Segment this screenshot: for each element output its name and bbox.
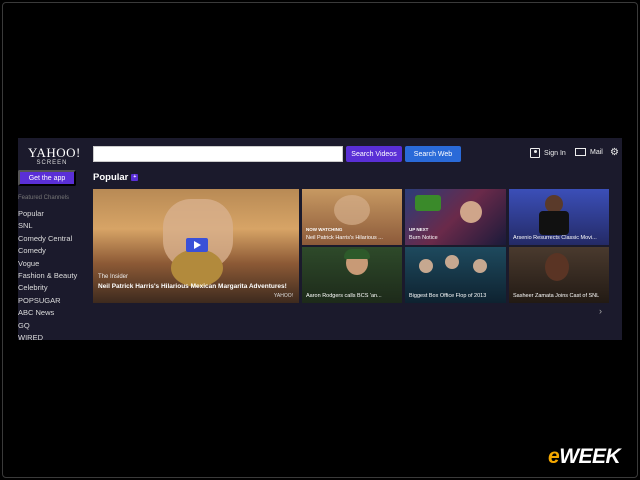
video-tile[interactable]: Biggest Box Office Flop of 2013 bbox=[405, 247, 506, 303]
get-the-app-button[interactable]: Get the app bbox=[18, 170, 76, 186]
featured-video-source: The Insider bbox=[98, 274, 129, 280]
logo-subtext: SCREEN bbox=[36, 160, 68, 166]
sidebar-item-snl[interactable]: SNL bbox=[18, 220, 77, 232]
eweek-logo-e: e bbox=[548, 445, 560, 468]
video-tile[interactable]: Sasheer Zamata Joins Cast of SNL bbox=[509, 247, 609, 303]
now-watching-tag: NOW WATCHING bbox=[306, 227, 343, 232]
sidebar-item-comedy[interactable]: Comedy bbox=[18, 245, 77, 257]
section-title-popular: Popular + bbox=[93, 172, 139, 183]
video-thumbnail-basket bbox=[171, 249, 223, 287]
video-thumbnail bbox=[473, 259, 487, 273]
video-caption: Arsenio Resurrects Classic Movi... bbox=[513, 235, 597, 241]
video-thumbnail bbox=[545, 253, 569, 281]
video-thumbnail bbox=[419, 259, 433, 273]
video-tile[interactable]: UP NEXT Burn Notice bbox=[405, 189, 506, 245]
yahoo-screen-window: YAHOO! SCREEN Search Videos Search Web S… bbox=[18, 138, 622, 340]
sidebar-item-popular[interactable]: Popular bbox=[18, 208, 77, 220]
mail-icon bbox=[575, 148, 586, 156]
logo-text: YAHOO! bbox=[28, 145, 81, 160]
sidebar-item-abc-news[interactable]: ABC News bbox=[18, 307, 77, 319]
user-icon bbox=[530, 148, 540, 158]
video-caption: Sasheer Zamata Joins Cast of SNL bbox=[513, 293, 600, 299]
featured-video-tile[interactable]: The Insider Neil Patrick Harris's Hilari… bbox=[93, 189, 299, 303]
video-caption: Aaron Rodgers calls BCS 'an... bbox=[306, 293, 382, 299]
yahoo-screen-logo[interactable]: YAHOO! SCREEN bbox=[28, 145, 81, 166]
sidebar-item-fashion-beauty[interactable]: Fashion & Beauty bbox=[18, 270, 77, 282]
video-tile[interactable]: Aaron Rodgers calls BCS 'an... bbox=[302, 247, 402, 303]
featured-video-title: Neil Patrick Harris's Hilarious Mexican … bbox=[98, 283, 287, 290]
gear-icon[interactable]: ⚙ bbox=[610, 147, 619, 158]
search-web-button[interactable]: Search Web bbox=[405, 146, 461, 162]
video-thumbnail bbox=[460, 201, 482, 223]
video-caption: Neil Patrick Harris's Hilarious ... bbox=[306, 235, 383, 241]
eweek-logo: eWEEK bbox=[548, 445, 621, 469]
mail-link[interactable]: Mail bbox=[575, 148, 603, 156]
search-input[interactable] bbox=[93, 146, 343, 162]
video-caption: Burn Notice bbox=[409, 235, 438, 241]
sign-in-link[interactable]: Sign In bbox=[530, 148, 566, 158]
video-thumbnail bbox=[344, 249, 370, 259]
video-thumbnail bbox=[445, 255, 459, 269]
sidebar-item-vogue[interactable]: Vogue bbox=[18, 258, 77, 270]
chevron-right-icon[interactable]: › bbox=[599, 306, 602, 316]
video-caption: Biggest Box Office Flop of 2013 bbox=[409, 293, 487, 299]
search-videos-button[interactable]: Search Videos bbox=[346, 146, 402, 162]
video-thumbnail bbox=[415, 195, 441, 211]
sidebar-item-comedy-central[interactable]: Comedy Central bbox=[18, 233, 77, 245]
sign-in-label: Sign In bbox=[544, 149, 566, 157]
sidebar-item-celebrity[interactable]: Celebrity bbox=[18, 282, 77, 294]
mail-label: Mail bbox=[590, 148, 603, 156]
sidebar-item-wired[interactable]: WIRED bbox=[18, 332, 77, 340]
play-icon[interactable] bbox=[186, 238, 208, 252]
featured-channels-label: Featured Channels bbox=[18, 195, 70, 201]
section-title-text: Popular bbox=[93, 172, 129, 183]
video-tile[interactable]: Arsenio Resurrects Classic Movi... bbox=[509, 189, 609, 245]
video-tile[interactable]: NOW WATCHING Neil Patrick Harris's Hilar… bbox=[302, 189, 402, 245]
section-info-icon[interactable]: + bbox=[131, 174, 139, 181]
featured-video-watermark: YAHOO! bbox=[273, 293, 293, 299]
up-next-tag: UP NEXT bbox=[409, 227, 429, 232]
video-thumbnail bbox=[539, 211, 569, 235]
sidebar-item-gq[interactable]: GQ bbox=[18, 320, 77, 332]
sidebar-item-popsugar[interactable]: POPSUGAR bbox=[18, 295, 77, 307]
eweek-logo-text: WEEK bbox=[559, 445, 621, 468]
video-thumbnail bbox=[334, 195, 370, 225]
channel-list: Popular SNL Comedy Central Comedy Vogue … bbox=[18, 208, 77, 340]
